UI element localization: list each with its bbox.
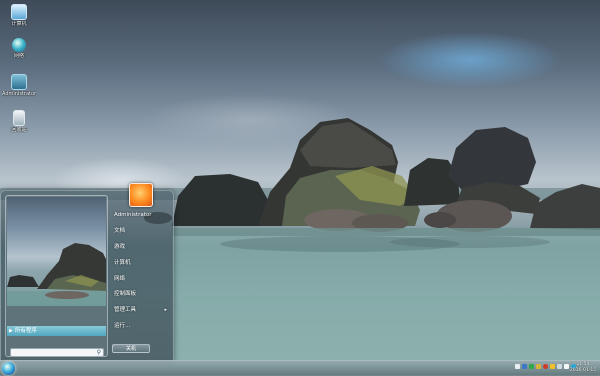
taskbar-clock[interactable]: 11:54 2016-01-15 [568,362,598,373]
update-icon[interactable] [550,364,555,369]
input-method-icon[interactable] [522,364,527,369]
desktop-icon-administrator[interactable]: Administrator [2,74,36,97]
security-icon[interactable] [543,364,548,369]
desktop-icon-label: 计算机 [11,21,27,27]
start-item-network[interactable]: 网络 [111,273,171,285]
user-folder-icon [11,74,27,90]
desktop-icon-computer[interactable]: 计算机 [2,4,36,27]
flag-icon[interactable] [536,364,541,369]
desktop-icon-label: 网络 [13,53,24,59]
start-item-games[interactable]: 游戏 [111,241,171,253]
start-item-documents[interactable]: 文档 [111,225,171,237]
all-programs-button[interactable]: ▶ 所有程序 [7,326,106,336]
start-menu: ▶ 所有程序 ⚲ Administrator 文档 游戏 计算机 网络 控制面板 … [0,183,174,362]
start-item-administrator[interactable]: Administrator [111,209,171,221]
user-account-picture[interactable] [129,183,153,207]
network-status-icon[interactable] [557,364,562,369]
keyboard-icon[interactable] [515,364,520,369]
desktop-icon-label: 回收站 [11,127,27,133]
submenu-arrow-icon: ▸ [164,307,167,314]
system-tray [515,364,576,369]
clock-date: 2016-01-15 [569,367,597,373]
taskbar: 11:54 2016-01-15 [0,360,600,376]
desktop-icon-network[interactable]: 网络 [2,38,36,59]
start-menu-right-pane: Administrator 文档 游戏 计算机 网络 控制面板 管理工具 ▸ 运行… [111,209,171,336]
start-item-control-panel[interactable]: 控制面板 [111,288,171,300]
desktop-icon-recycle-bin[interactable]: 回收站 [2,110,36,133]
start-item-admin-tools[interactable]: 管理工具 ▸ [111,304,171,316]
globe-icon [12,38,26,52]
start-search-box[interactable]: ⚲ [10,348,104,356]
triangle-right-icon: ▶ [9,328,13,334]
start-item-admin-tools-label: 管理工具 [114,307,137,314]
start-item-run[interactable]: 运行... [111,320,171,332]
start-orb-button[interactable] [2,362,15,375]
computer-icon [11,4,27,20]
shutdown-button[interactable]: 关机 [112,344,150,353]
wallpaper-preview-image [7,197,106,306]
start-menu-left-pane: ▶ 所有程序 ⚲ [5,195,108,357]
desktop-icon-label: Administrator [2,91,36,97]
search-icon[interactable]: ⚲ [97,349,101,356]
start-item-computer[interactable]: 计算机 [111,257,171,269]
recycle-bin-icon [13,110,25,126]
shield-icon[interactable] [529,364,534,369]
all-programs-label: 所有程序 [14,328,37,334]
